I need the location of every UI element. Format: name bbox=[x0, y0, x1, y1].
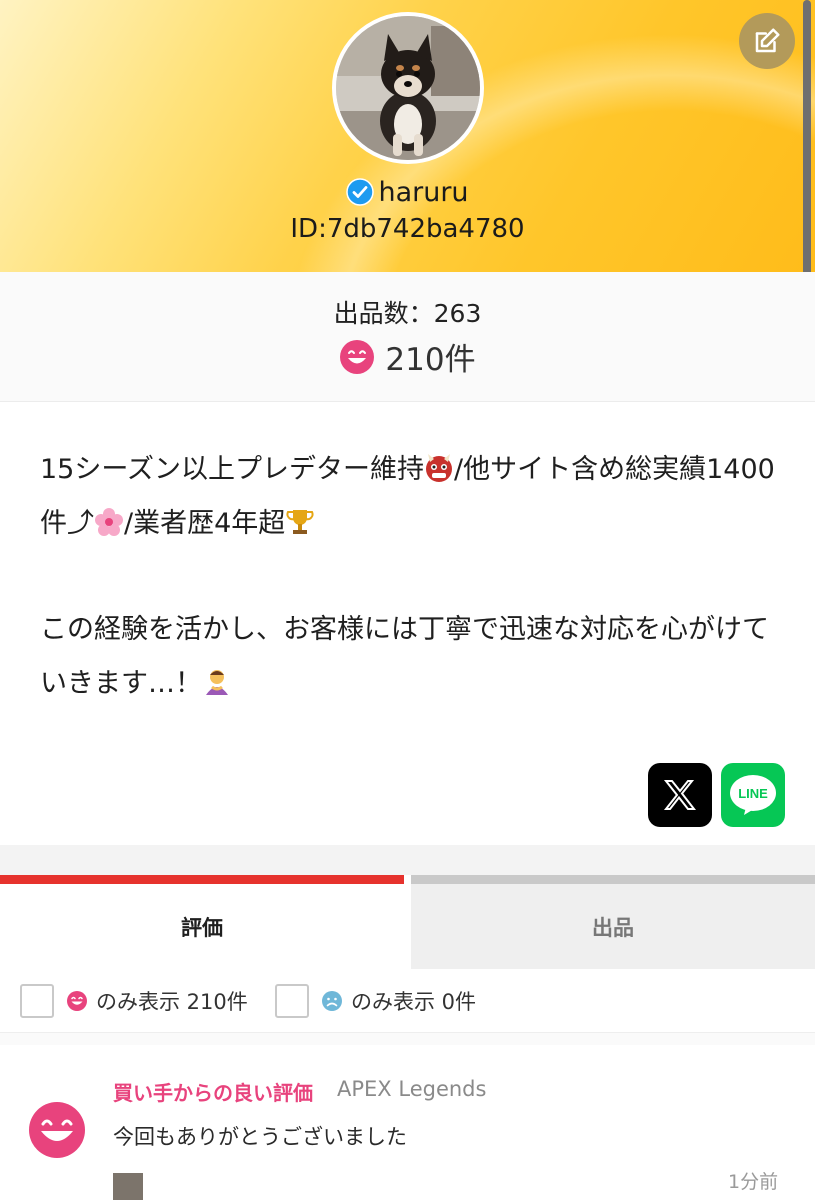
username: haruru bbox=[378, 176, 469, 208]
filter-bad-label: のみ表示 0件 bbox=[351, 990, 477, 1014]
smile-face-icon bbox=[67, 991, 87, 1011]
section-divider bbox=[0, 1033, 815, 1045]
line-logo-icon: LINE bbox=[730, 775, 776, 815]
bio-text: /業者歴4年超 bbox=[124, 508, 286, 539]
verified-icon bbox=[346, 178, 375, 206]
x-share-button[interactable] bbox=[648, 763, 712, 827]
trophy-icon bbox=[286, 510, 314, 534]
listing-count: 出品数：263 bbox=[333, 299, 482, 328]
smile-face-icon bbox=[29, 1102, 85, 1158]
section-divider bbox=[0, 845, 815, 875]
edit-profile-button[interactable] bbox=[739, 13, 795, 69]
avatar[interactable] bbox=[332, 12, 484, 164]
filter-good-only[interactable]: のみ表示 210件 bbox=[20, 983, 248, 1019]
review-type: 買い手からの良い評価 bbox=[113, 1081, 313, 1105]
profile-header: haruru ID:7db742ba4780 bbox=[0, 0, 815, 272]
profile-tabs: 評価 出品 bbox=[0, 875, 815, 969]
bio-text: 15シーズン以上プレデター維持 bbox=[40, 454, 425, 485]
filter-good-label: のみ表示 210件 bbox=[96, 990, 248, 1014]
scrollbar[interactable] bbox=[803, 0, 811, 272]
line-share-button[interactable]: LINE bbox=[721, 763, 785, 827]
profile-bio: 15シーズン以上プレデター維持 /他サイト含め総実績1400件⤴ /業者歴4年超… bbox=[0, 403, 815, 845]
good-only-checkbox[interactable] bbox=[20, 984, 54, 1018]
bio-paragraph-1: 15シーズン以上プレデター維持 /他サイト含め総実績1400件⤴ /業者歴4年超 bbox=[40, 443, 780, 551]
review-filters: のみ表示 210件 のみ表示 0件 bbox=[0, 969, 815, 1033]
bio-text: この経験を活かし、お客様には丁寧で迅速な対応を心がけていきます…！ bbox=[40, 614, 769, 699]
svg-text:LINE: LINE bbox=[738, 786, 768, 801]
good-rating-total: 210件 bbox=[0, 334, 815, 379]
review-game-title[interactable]: APEX Legends bbox=[337, 1077, 486, 1101]
smile-face-icon bbox=[340, 339, 375, 374]
profile-stats: 出品数：263 210件 bbox=[0, 272, 815, 402]
edit-icon bbox=[755, 28, 780, 53]
review-thumbnail[interactable] bbox=[113, 1173, 143, 1200]
filter-bad-only[interactable]: のみ表示 0件 bbox=[275, 983, 476, 1019]
user-id: ID:7db742ba4780 bbox=[290, 214, 525, 244]
review-timestamp: 1分前 bbox=[728, 1171, 779, 1193]
username-row: haruru bbox=[0, 174, 815, 210]
review-item[interactable]: 買い手からの良い評価 APEX Legends 今回もありがとうございました 1… bbox=[0, 1045, 815, 1200]
cherry-blossom-icon bbox=[95, 508, 123, 536]
tab-items[interactable]: 出品 bbox=[411, 875, 815, 969]
x-logo-icon bbox=[663, 780, 697, 810]
tab-reviews[interactable]: 評価 bbox=[0, 875, 404, 969]
review-comment: 今回もありがとうございました bbox=[113, 1125, 407, 1149]
oni-mask-icon bbox=[426, 454, 453, 482]
bad-only-checkbox[interactable] bbox=[275, 984, 309, 1018]
bowing-person-icon bbox=[206, 670, 228, 695]
bio-paragraph-2: この経験を活かし、お客様には丁寧で迅速な対応を心がけていきます…！ bbox=[40, 603, 780, 711]
sad-face-icon bbox=[322, 991, 342, 1011]
rating-count: 210件 bbox=[385, 342, 476, 378]
